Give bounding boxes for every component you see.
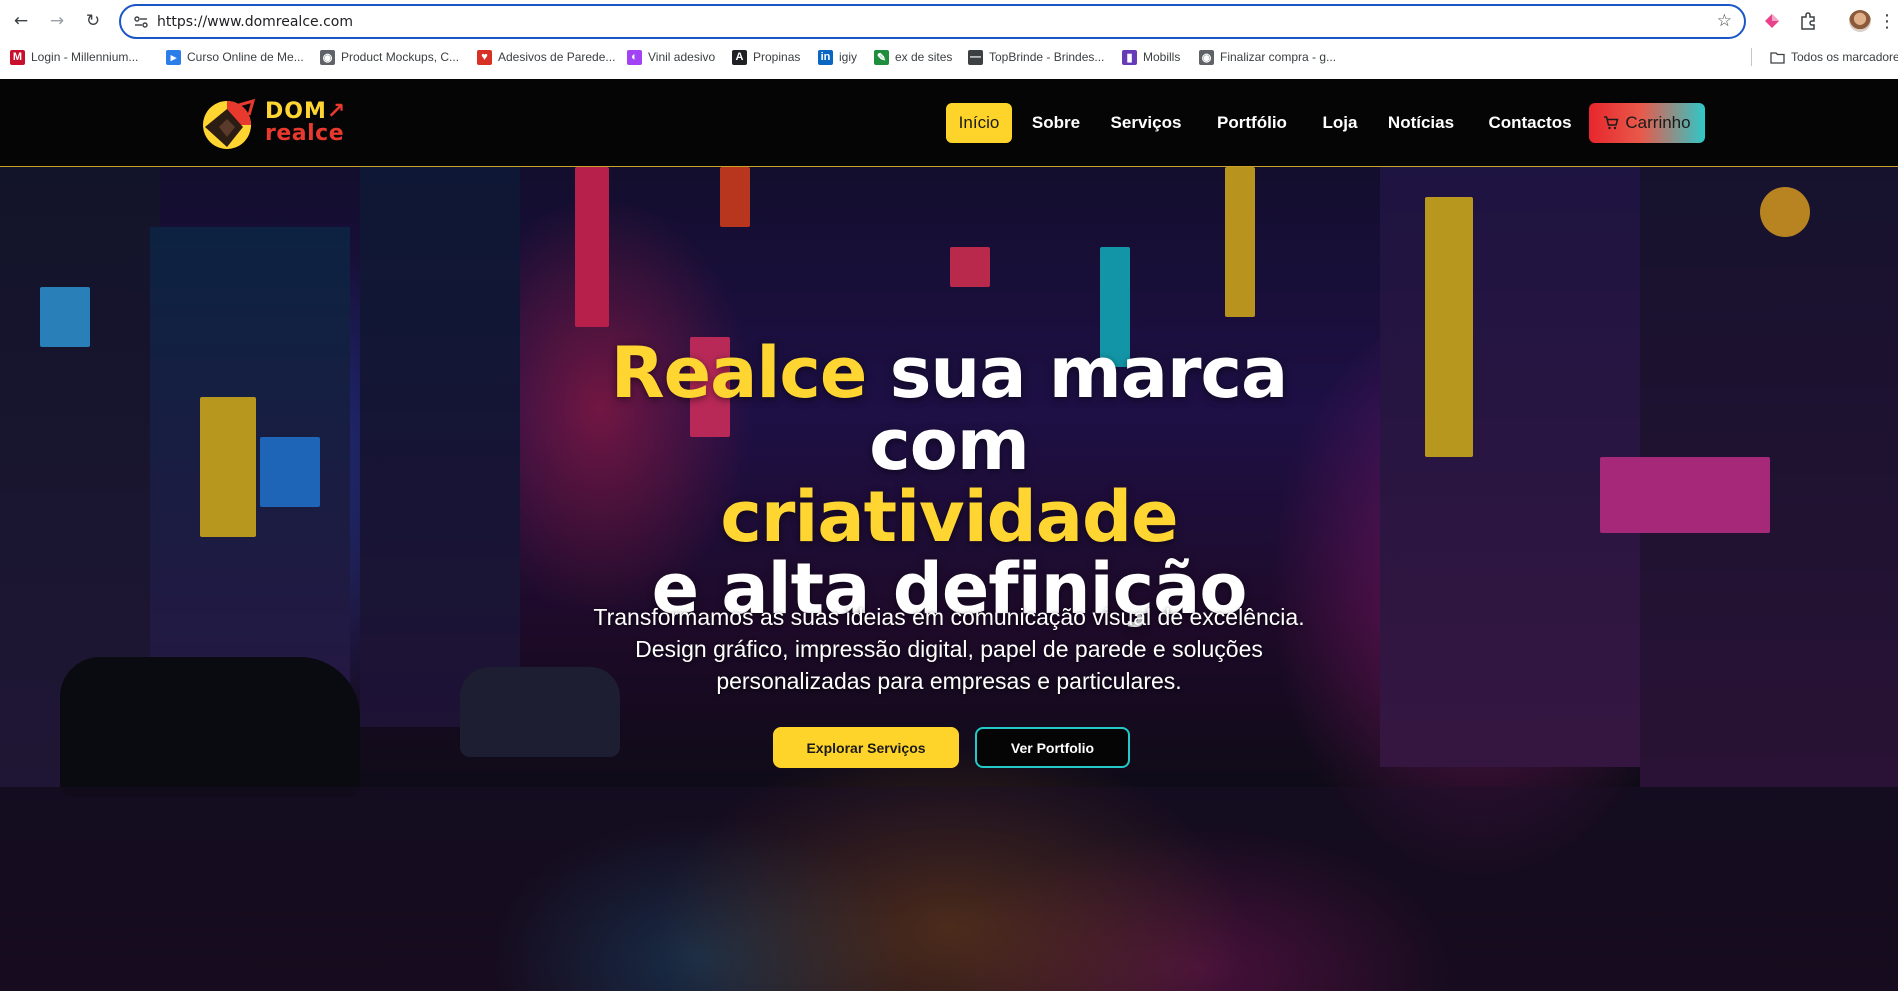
website-viewport: DOM↗ realce Início Sobre Serviços Portfó… <box>0 79 1898 991</box>
hero-section: Realce sua marca com criatividade e alta… <box>0 167 1898 991</box>
folder-icon <box>1770 51 1785 64</box>
bookmark-label: Curso Online de Me... <box>187 50 304 64</box>
site-settings-icon[interactable] <box>133 14 149 30</box>
hero-subtitle: Transformamos as suas ideias em comunica… <box>593 604 1305 694</box>
heart-icon: ♥ <box>477 49 492 65</box>
globe-icon: ◉ <box>1199 49 1214 65</box>
topbrinde-icon: — <box>968 49 983 65</box>
hero-title: Realce sua marca com criatividade e alta… <box>610 332 1288 630</box>
site-logo[interactable]: DOM↗ realce <box>199 97 359 153</box>
linkedin-icon: in <box>818 49 833 65</box>
diamond-extension-icon <box>1765 14 1779 28</box>
view-portfolio-button[interactable]: Ver Portfolio <box>975 727 1130 768</box>
forward-button[interactable]: → <box>46 10 68 32</box>
mobills-icon: ▮ <box>1122 49 1137 65</box>
profile-avatar[interactable] <box>1849 10 1871 32</box>
bookmark-label: Finalizar compra - g... <box>1220 50 1337 64</box>
cart-icon <box>1604 116 1619 130</box>
bookmark-label: Vinil adesivo <box>648 50 716 64</box>
puzzle-icon <box>1801 12 1815 30</box>
reload-icon: ↻ <box>85 11 101 31</box>
propinas-icon: A <box>732 49 747 65</box>
logo-wordmark: DOM↗ realce <box>265 99 347 146</box>
browser-toolbar: ← → ↻ https://www.domrealce.com ☆ ⋮ <box>0 0 1898 42</box>
extension-button[interactable] <box>1760 9 1784 33</box>
bookmark-item[interactable]: M Login - Millennium... <box>10 47 138 67</box>
bookmark-item[interactable]: ◐ Vinil adesivo <box>627 47 715 67</box>
site-header: DOM↗ realce Início Sobre Serviços Portfó… <box>0 79 1898 167</box>
address-bar[interactable]: https://www.domrealce.com ☆ <box>119 4 1746 39</box>
url-text[interactable]: https://www.domrealce.com <box>157 14 353 30</box>
bookmark-label: ex de sites <box>895 50 953 64</box>
bookmark-item[interactable]: A Propinas <box>732 47 800 67</box>
bookmark-label: Adesivos de Parede... <box>498 50 616 64</box>
bookmark-label: igiy <box>839 50 858 64</box>
all-bookmarks-folder[interactable]: Todos os marcadores <box>1770 47 1898 67</box>
bookmark-star-icon[interactable]: ☆ <box>1717 11 1732 31</box>
bookmark-label: Product Mockups, C... <box>341 50 460 64</box>
bookmark-item[interactable]: ✎ ex de sites <box>874 47 952 67</box>
extensions-menu-button[interactable] <box>1796 9 1820 33</box>
logo-emblem-icon <box>203 98 256 149</box>
nav-loja[interactable]: Loja <box>1318 103 1362 143</box>
bookmarks-bar: M Login - Millennium... ▸ Curso Online de M… <box>0 45 1898 69</box>
vinil-icon: ◐ <box>627 49 642 65</box>
back-button[interactable]: ← <box>10 10 32 32</box>
bookmark-label: TopBrinde - Brindes... <box>989 50 1105 64</box>
bookmark-label: Login - Millennium... <box>31 50 139 64</box>
bookmark-item[interactable]: ◉ Product Mockups, C... <box>320 47 459 67</box>
nav-noticias[interactable]: Notícias <box>1380 103 1462 143</box>
bookmark-item[interactable]: ▮ Mobills <box>1122 47 1180 67</box>
course-icon: ▸ <box>166 49 181 65</box>
back-arrow-icon: ← <box>13 11 29 31</box>
browser-chrome: ← → ↻ https://www.domrealce.com ☆ ⋮ M Lo… <box>0 0 1898 79</box>
cart-button[interactable]: Carrinho <box>1589 103 1705 143</box>
bookmarks-divider <box>1751 48 1752 66</box>
nav-portfolio[interactable]: Portfólio <box>1206 103 1298 143</box>
bookmark-label: Propinas <box>753 50 801 64</box>
millennium-icon: M <box>10 49 25 65</box>
reload-button[interactable]: ↻ <box>82 10 104 32</box>
cart-label: Carrinho <box>1625 113 1691 132</box>
explore-services-button[interactable]: Explorar Serviços <box>773 727 959 768</box>
all-bookmarks-label: Todos os marcadores <box>1791 50 1898 64</box>
bookmark-item[interactable]: in igiy <box>818 47 857 67</box>
kebab-menu-icon: ⋮ <box>1878 10 1896 32</box>
nav-contactos[interactable]: Contactos <box>1480 103 1580 143</box>
bookmark-item[interactable]: ▸ Curso Online de Me... <box>166 47 304 67</box>
pen-icon: ✎ <box>874 49 889 65</box>
globe-icon: ◉ <box>320 49 335 65</box>
nav-sobre[interactable]: Sobre <box>1024 103 1088 143</box>
bookmark-item[interactable]: — TopBrinde - Brindes... <box>968 47 1104 67</box>
nav-inicio[interactable]: Início <box>946 103 1012 143</box>
forward-arrow-icon: → <box>49 11 65 31</box>
bookmark-item[interactable]: ♥ Adesivos de Parede... <box>477 47 615 67</box>
nav-servicos[interactable]: Serviços <box>1104 103 1188 143</box>
bookmark-item[interactable]: ◉ Finalizar compra - g... <box>1199 47 1336 67</box>
browser-menu-button[interactable]: ⋮ <box>1878 9 1896 33</box>
bookmark-label: Mobills <box>1143 50 1181 64</box>
